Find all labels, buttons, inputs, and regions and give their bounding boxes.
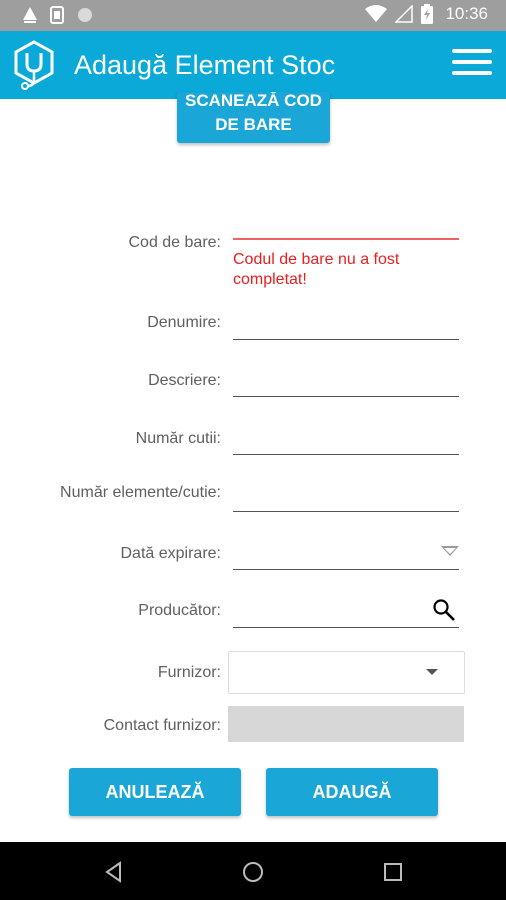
supplier-label: Furnizor: <box>157 664 221 681</box>
expiry-date-dropdown-icon[interactable] <box>441 546 459 556</box>
cancel-button[interactable]: ANULEAZĂ <box>69 768 241 816</box>
name-field[interactable] <box>233 311 459 340</box>
barcode-label: Cod de bare: <box>128 234 221 251</box>
status-time: 10:36 <box>445 4 488 23</box>
page-title: Adaugă Element Stoc <box>74 50 336 80</box>
supplier-select[interactable] <box>228 651 465 694</box>
box-count-label: Număr cutii: <box>135 430 221 447</box>
name-label: Denumire: <box>147 314 221 331</box>
signal-icon <box>395 5 414 23</box>
scan-barcode-button[interactable]: SCANEAZĂ COD DE BARE <box>177 92 330 143</box>
supplier-contact-label: Contact furnizor: <box>103 717 221 734</box>
items-per-box-label: Număr elemente/cutie: <box>60 484 221 501</box>
status-bar: 10:36 <box>0 0 506 31</box>
items-per-box-field[interactable] <box>233 483 459 512</box>
manufacturer-label: Producător: <box>138 602 221 619</box>
back-icon[interactable] <box>102 860 126 884</box>
scan-button-line2: DE BARE <box>215 115 292 134</box>
supplier-contact-field <box>228 706 464 742</box>
hamburger-menu-icon[interactable] <box>452 49 492 81</box>
search-icon[interactable] <box>432 598 456 622</box>
circle-icon <box>78 8 92 22</box>
battery-icon <box>421 4 434 24</box>
expiry-date-label: Dată expirare: <box>120 545 222 562</box>
wifi-icon <box>365 5 388 22</box>
chevron-down-icon <box>426 669 438 675</box>
app-bar: Adaugă Element Stoc <box>0 31 506 99</box>
sim-icon <box>50 6 64 24</box>
barcode-field[interactable] <box>233 210 459 240</box>
add-button[interactable]: ADAUGĂ <box>266 768 438 816</box>
navigation-bar <box>0 842 506 900</box>
description-field[interactable] <box>233 368 459 397</box>
description-label: Descriere: <box>148 372 221 389</box>
barcode-error-message: Codul de bare nu a fost completat! <box>233 251 400 288</box>
scan-button-line1: SCANEAZĂ COD <box>185 92 322 110</box>
warning-icon <box>23 7 37 23</box>
manufacturer-field[interactable] <box>233 599 459 628</box>
status-left-icons <box>22 6 94 24</box>
box-count-field[interactable] <box>233 426 459 455</box>
status-right-icons: 10:36 <box>365 4 488 24</box>
recents-icon[interactable] <box>381 860 405 884</box>
stethoscope-logo-icon <box>14 40 54 90</box>
expiry-date-field[interactable] <box>233 541 459 570</box>
home-icon[interactable] <box>241 860 265 884</box>
